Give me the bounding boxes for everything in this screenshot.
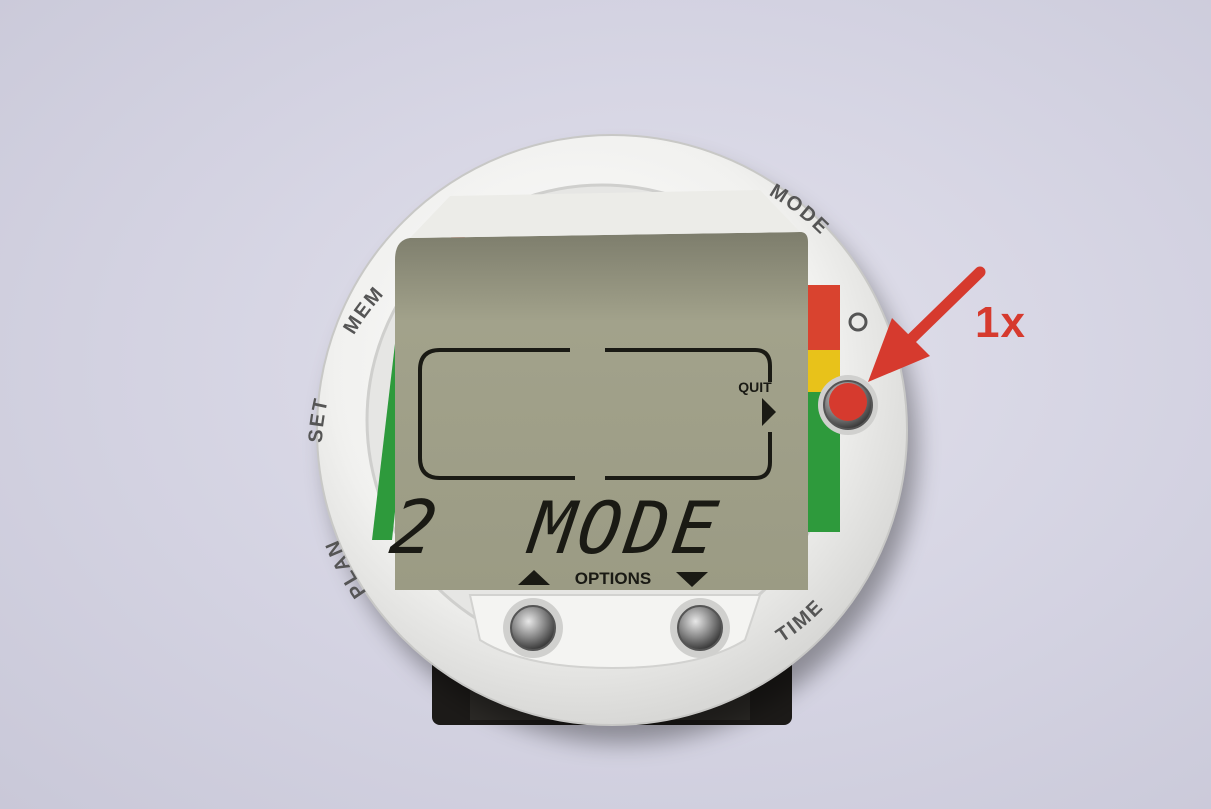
lcd-quit-label: QUIT <box>738 379 772 395</box>
down-button[interactable] <box>670 598 730 658</box>
mode-button-icon <box>829 383 867 421</box>
dive-computer-photo: PLAN SET MEM MODE TIME OPTIONS QUIT 2 MO… <box>0 0 1211 809</box>
up-button[interactable] <box>503 598 563 658</box>
down-button-icon <box>677 605 723 651</box>
press-count-label: 1x <box>975 298 1026 347</box>
lcd-option-name: MODE <box>522 487 726 571</box>
label-options: OPTIONS <box>575 569 652 588</box>
mode-button[interactable] <box>818 375 878 435</box>
up-button-icon <box>510 605 556 651</box>
